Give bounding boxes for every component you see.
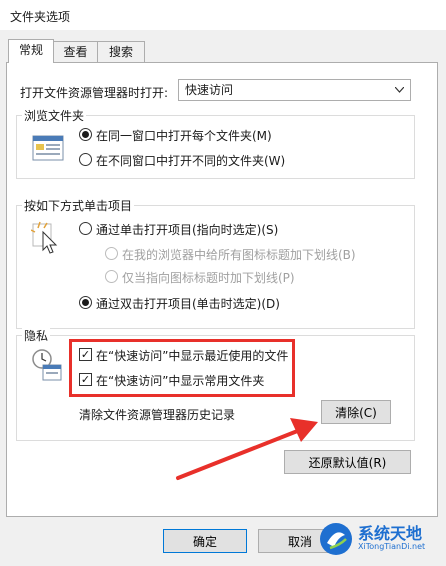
annotation-arrow xyxy=(176,418,318,480)
